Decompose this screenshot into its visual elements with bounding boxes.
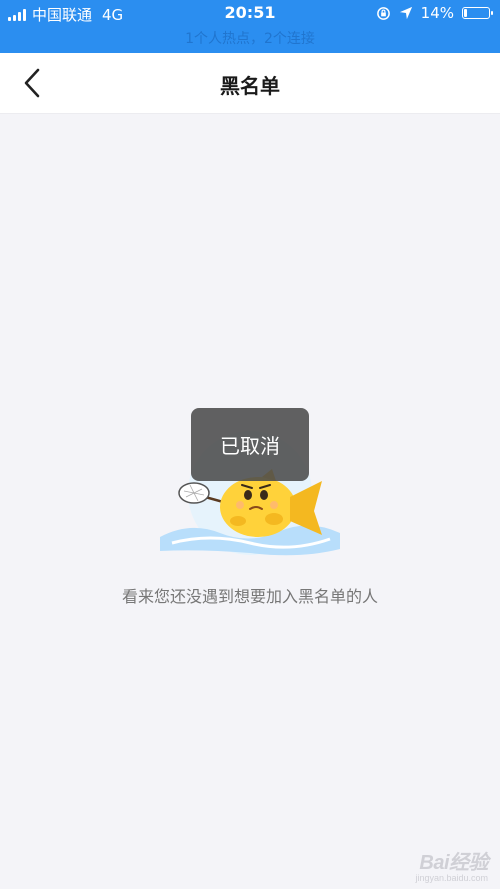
watermark-sub: jingyan.baidu.com (415, 873, 488, 883)
nav-bar: 黑名单 (0, 53, 500, 114)
battery-fill (464, 9, 467, 17)
status-bar: 中国联通 4G 20:51 14% 1个人热点，2个连接 (0, 0, 500, 53)
battery-icon (462, 7, 493, 19)
hotspot-banner: 1个人热点，2个连接 (185, 31, 315, 47)
watermark-logo: Bai经验 jingyan.baidu.com (415, 846, 488, 883)
rotation-lock-icon (376, 6, 390, 20)
battery-percent: 14% (420, 4, 454, 22)
empty-state-message: 看来您还没遇到想要加入黑名单的人 (121, 587, 378, 606)
toast-message: 已取消 (191, 408, 309, 481)
watermark-text: Bai经验 (419, 852, 488, 874)
page-title: 黑名单 (220, 74, 280, 98)
location-arrow-icon (399, 6, 412, 20)
status-right: 14% (376, 4, 493, 22)
